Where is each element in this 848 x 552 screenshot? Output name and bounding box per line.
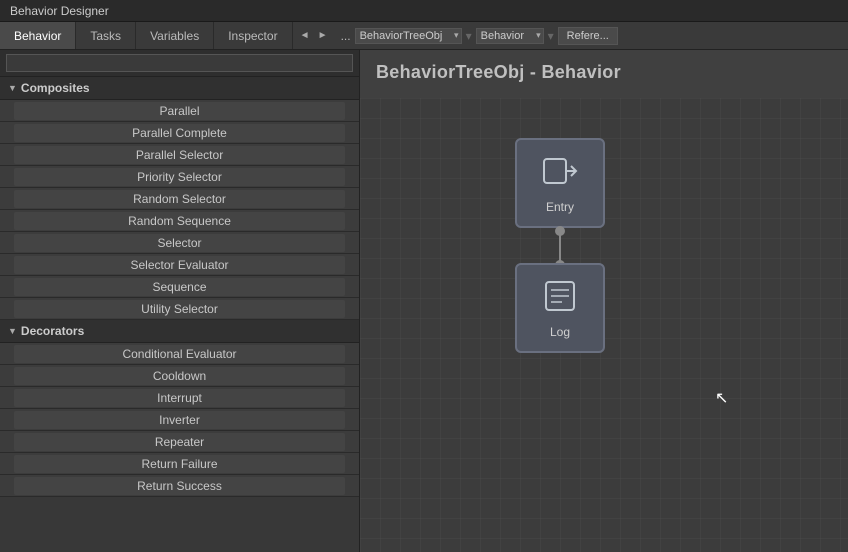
list-item-return-failure[interactable]: Return Failure [0,453,359,475]
list-item-utility-selector[interactable]: Utility Selector [0,298,359,320]
search-input[interactable] [6,54,353,72]
list-item-inner: Return Success [14,477,345,495]
list-item-inner: Inverter [14,411,345,429]
list-item-return-success[interactable]: Return Success [0,475,359,497]
conn-dot-top [555,226,565,236]
list-item-sequence[interactable]: Sequence [0,276,359,298]
composites-label: Composites [21,81,90,95]
entry-label: Entry [546,200,574,214]
list-item-conditional-evaluator[interactable]: Conditional Evaluator [0,343,359,365]
nav-right-button[interactable]: ► [315,28,331,44]
decorators-section-header[interactable]: ▼ Decorators [0,320,359,343]
list-item-cooldown[interactable]: Cooldown [0,365,359,387]
list-item-interrupt[interactable]: Interrupt [0,387,359,409]
list-item-selector-evaluator[interactable]: Selector Evaluator [0,254,359,276]
tab-tasks[interactable]: Tasks [76,22,136,49]
main-layout: ▼ Composites Parallel Parallel Complete … [0,50,848,552]
list-item-inner: Selector [14,234,345,252]
composites-triangle: ▼ [8,83,17,93]
breadcrumb: ... BehaviorTreeObj ▾ Behavior ▾ Refere.… [335,27,848,45]
list-item-inner: Utility Selector [14,300,345,318]
log-node[interactable]: Log [515,263,605,353]
list-item-inner: Conditional Evaluator [14,345,345,363]
tab-behavior[interactable]: Behavior [0,22,76,49]
entry-node[interactable]: Entry [515,138,605,228]
breadcrumb-sep: ▾ [466,29,472,43]
behavior-select-wrap[interactable]: Behavior [476,28,544,44]
log-icon [542,278,578,321]
list-item-parallel-selector[interactable]: Parallel Selector [0,144,359,166]
list-item-inner: Selector Evaluator [14,256,345,274]
search-bar [0,50,359,77]
panel-scroll[interactable]: ▼ Composites Parallel Parallel Complete … [0,77,359,552]
list-item-parallel-complete[interactable]: Parallel Complete [0,122,359,144]
tab-variables[interactable]: Variables [136,22,214,49]
canvas-area[interactable]: Entry Log ↖ [360,98,848,552]
list-item-inner: Repeater [14,433,345,451]
entry-icon [542,153,578,196]
references-button[interactable]: Refere... [558,27,618,45]
list-item-inner: Parallel Selector [14,146,345,164]
list-item-inner: Priority Selector [14,168,345,186]
list-item-priority-selector[interactable]: Priority Selector [0,166,359,188]
right-panel[interactable]: BehaviorTreeObj - Behavior Entry [360,50,848,552]
nav-left-button[interactable]: ◄ [297,28,313,44]
log-label: Log [550,325,570,339]
tab-inspector[interactable]: Inspector [214,22,292,49]
tab-bar: Behavior Tasks Variables Inspector ◄ ► .… [0,22,848,50]
breadcrumb-ellipsis: ... [341,29,351,43]
tree-obj-select[interactable]: BehaviorTreeObj [355,28,462,44]
decorators-triangle: ▼ [8,326,17,336]
list-item-parallel[interactable]: Parallel [0,100,359,122]
list-item-selector[interactable]: Selector [0,232,359,254]
list-item-inner: Parallel Complete [14,124,345,142]
list-item-random-selector[interactable]: Random Selector [0,188,359,210]
breadcrumb-nav: ◄ ► [293,28,335,44]
app-title: Behavior Designer [10,4,109,18]
list-item-inner: Random Sequence [14,212,345,230]
list-item-inner: Return Failure [14,455,345,473]
behavior-select[interactable]: Behavior [476,28,544,44]
decorators-label: Decorators [21,324,84,338]
cursor-icon: ↖ [715,388,728,408]
tree-obj-select-wrap[interactable]: BehaviorTreeObj [355,28,462,44]
list-item-inner: Random Selector [14,190,345,208]
left-panel: ▼ Composites Parallel Parallel Complete … [0,50,360,552]
list-item-inner: Parallel [14,102,345,120]
list-item-random-sequence[interactable]: Random Sequence [0,210,359,232]
list-item-inner: Cooldown [14,367,345,385]
list-item-inner: Sequence [14,278,345,296]
composites-section-header[interactable]: ▼ Composites [0,77,359,100]
list-item-inner: Interrupt [14,389,345,407]
canvas-title: BehaviorTreeObj - Behavior [360,50,848,95]
title-bar: Behavior Designer [0,0,848,22]
list-item-inverter[interactable]: Inverter [0,409,359,431]
list-item-repeater[interactable]: Repeater [0,431,359,453]
breadcrumb-sep2: ▾ [548,29,554,43]
